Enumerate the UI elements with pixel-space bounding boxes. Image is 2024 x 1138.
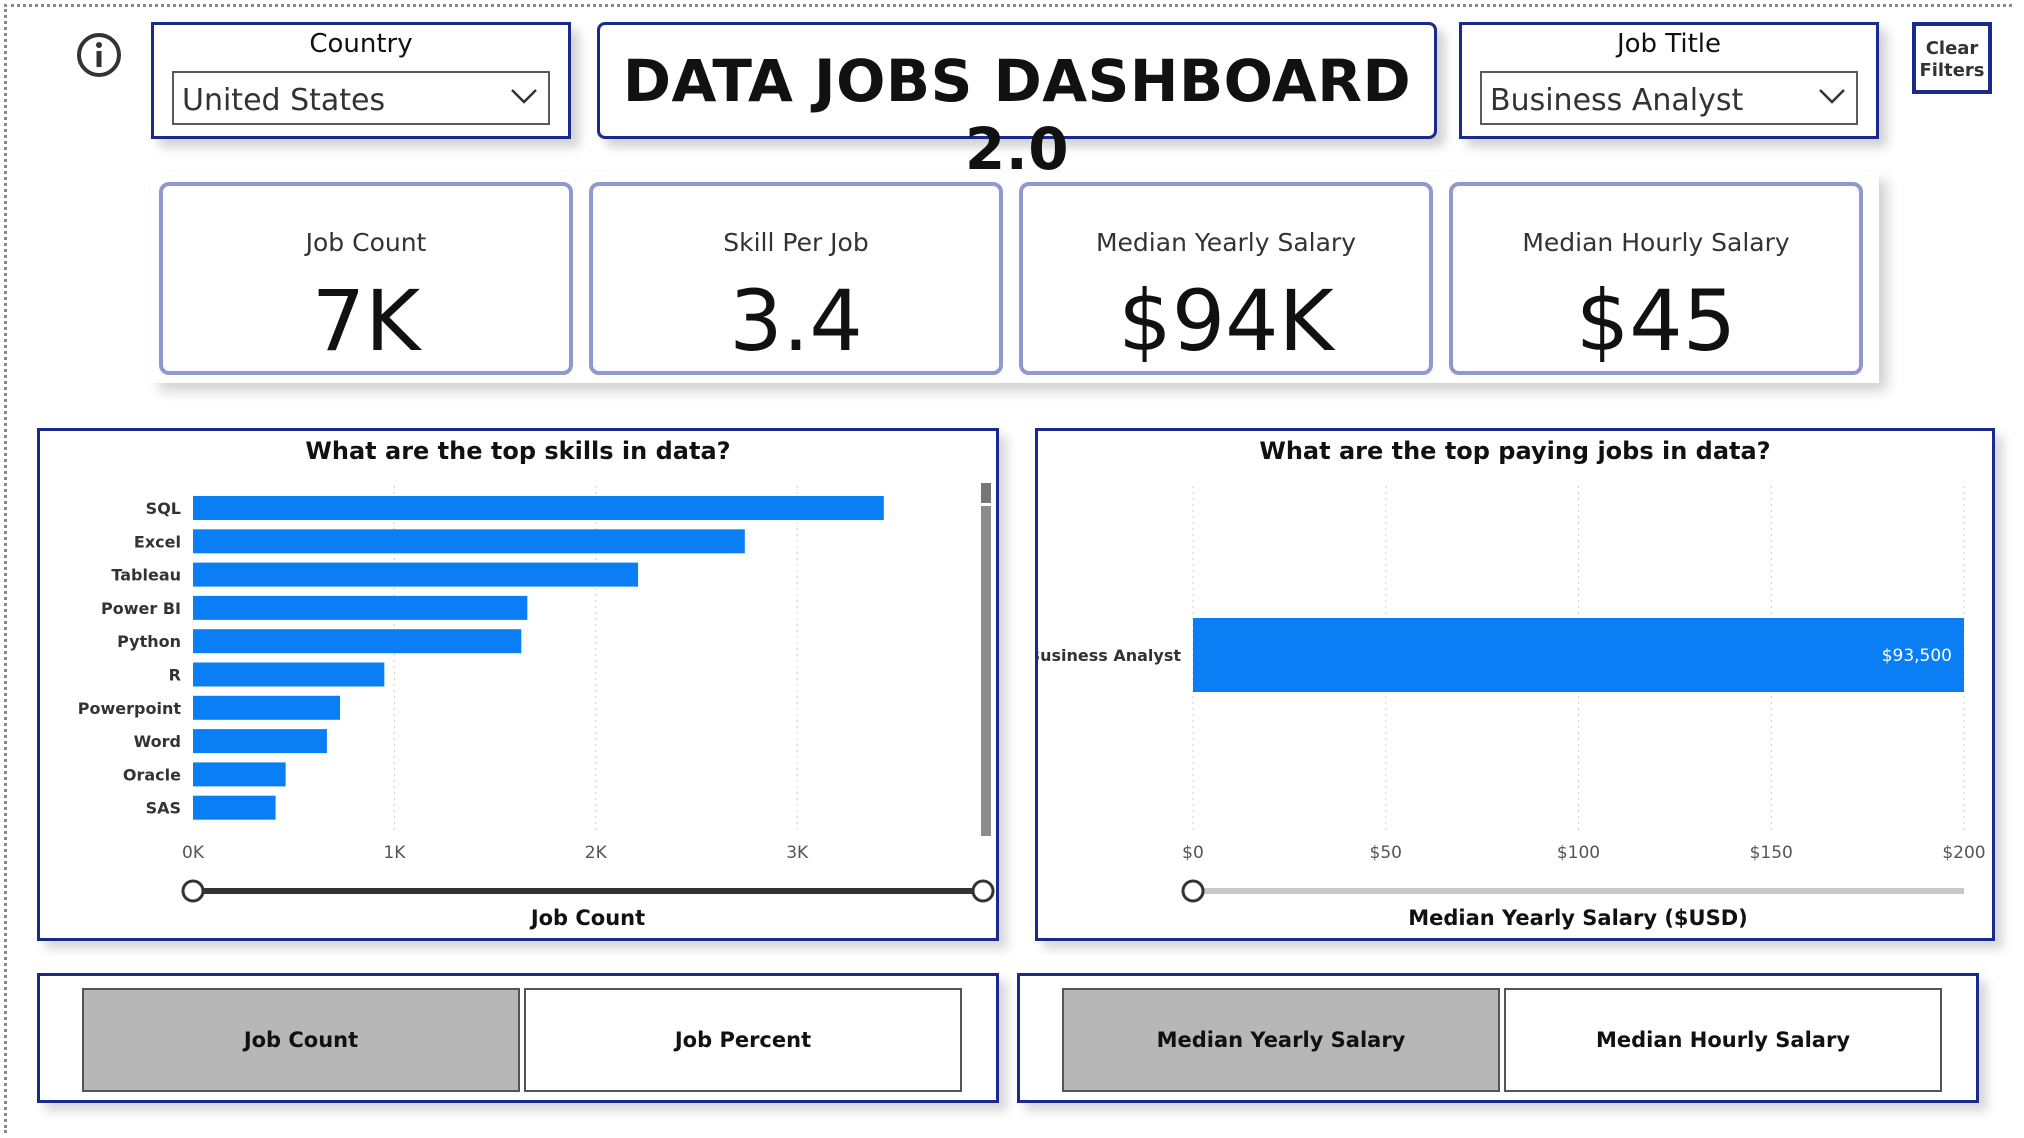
chevron-down-icon[interactable] — [1818, 85, 1846, 107]
x-tick-label: $50 — [1370, 843, 1402, 863]
y-category-label: SAS — [146, 799, 181, 818]
y-category-label: Word — [134, 732, 181, 751]
bar — [193, 595, 528, 620]
x-tick-label: $0 — [1182, 843, 1204, 863]
zoom-slider-handle-left — [181, 879, 205, 903]
kpi-card-median-hourly-salary: Median Hourly Salary $45 — [1449, 182, 1863, 375]
kpi-card-job-count: Job Count 7K — [159, 182, 573, 375]
bar — [193, 795, 276, 820]
job-title-slicer-label: Job Title — [1616, 29, 1722, 59]
x-tick-label: 1K — [383, 843, 406, 863]
bar — [193, 496, 884, 520]
y-category-label: Business Analyst — [1038, 646, 1181, 665]
bar — [193, 562, 639, 587]
bar — [193, 695, 341, 720]
scrollbar — [981, 506, 991, 836]
clear-filters-line1: Clear — [1925, 38, 1979, 59]
country-slicer-label: Country — [309, 29, 413, 59]
x-tick-label: $200 — [1942, 843, 1985, 863]
y-category-label: Power BI — [101, 599, 181, 618]
y-category-label: Tableau — [111, 566, 181, 585]
job-percent-toggle-button[interactable]: Job Percent — [524, 988, 962, 1092]
bar — [193, 629, 522, 654]
salary-toggle-panel: Median Yearly Salary Median Hourly Salar… — [1017, 973, 1979, 1103]
job-title-dropdown-value: Business Analyst — [1490, 83, 1744, 118]
y-category-label: Python — [117, 632, 181, 651]
top-paying-jobs-chart: $0 $50 $100 $150 $200 $93,500 Business Analyst… — [1038, 486, 1986, 930]
dashboard-title-box: DATA JOBS DASHBOARD 2.0 — [597, 22, 1437, 183]
bar — [193, 529, 745, 554]
country-slicer[interactable]: Country United States — [151, 22, 571, 139]
kpi-value: $45 — [1575, 272, 1737, 370]
median-yearly-salary-toggle-button[interactable]: Median Yearly Salary — [1062, 988, 1500, 1092]
bar — [193, 729, 327, 754]
x-tick-label: 0K — [182, 843, 205, 863]
x-tick-label: $150 — [1750, 843, 1793, 863]
job-count-toggle-button[interactable]: Job Count — [82, 988, 520, 1092]
kpi-value: 3.4 — [729, 272, 863, 370]
job-title-dropdown[interactable]: Business Analyst — [1480, 71, 1858, 125]
x-axis-title: Median Yearly Salary ($USD) — [1408, 906, 1748, 930]
top-paying-jobs-chart-panel: What are the top paying jobs in data? $0… — [1035, 428, 1995, 941]
x-axis-title: Job Count — [529, 906, 645, 930]
zoom-slider-handle-right — [971, 879, 995, 903]
x-tick-label: 3K — [786, 843, 809, 863]
y-category-label: Excel — [134, 532, 181, 551]
kpi-label: Skill Per Job — [723, 228, 869, 257]
page-title: DATA JOBS DASHBOARD 2.0 — [622, 47, 1412, 183]
bar — [193, 762, 286, 787]
kpi-value: 7K — [311, 272, 421, 370]
zoom-slider-handle — [1181, 879, 1205, 903]
count-toggle-panel: Job Count Job Percent — [37, 973, 999, 1103]
bar-value-label: $93,500 — [1882, 646, 1952, 666]
bar — [193, 662, 385, 687]
chevron-down-icon[interactable] — [510, 85, 538, 107]
kpi-label: Job Count — [305, 228, 427, 257]
y-category-label: Oracle — [123, 765, 181, 784]
info-icon[interactable] — [76, 32, 122, 78]
kpi-label: Median Yearly Salary — [1095, 228, 1357, 257]
kpi-card-skill-per-job: Skill Per Job 3.4 — [589, 182, 1003, 375]
kpi-value: $94K — [1118, 272, 1334, 370]
y-category-label: Powerpoint — [78, 699, 182, 718]
top-skills-chart-panel: What are the top skills in data? 0K 1K 2K 3… — [37, 428, 999, 941]
country-dropdown-value: United States — [182, 83, 386, 118]
kpi-card-median-yearly-salary: Median Yearly Salary $94K — [1019, 182, 1433, 375]
scrollbar-arrow — [981, 483, 991, 503]
clear-filters-button[interactable]: Clear Filters — [1912, 22, 1992, 94]
top-skills-chart: 0K 1K 2K 3K SQL Excel Tableau Power BI Python R Po… — [78, 483, 995, 930]
bar — [1193, 618, 1964, 692]
x-tick-label: 2K — [585, 843, 608, 863]
median-hourly-salary-toggle-button[interactable]: Median Hourly Salary — [1504, 988, 1942, 1092]
y-category-label: R — [169, 666, 181, 685]
job-title-slicer[interactable]: Job Title Business Analyst — [1459, 22, 1879, 139]
kpi-label: Median Hourly Salary — [1522, 228, 1790, 257]
clear-filters-line2: Filters — [1919, 60, 1985, 81]
x-tick-label: $100 — [1557, 843, 1600, 863]
country-dropdown[interactable]: United States — [172, 71, 550, 125]
kpi-strip: Job Count 7K Skill Per Job 3.4 Median Ye… — [151, 172, 1879, 383]
y-category-label: SQL — [146, 499, 181, 518]
